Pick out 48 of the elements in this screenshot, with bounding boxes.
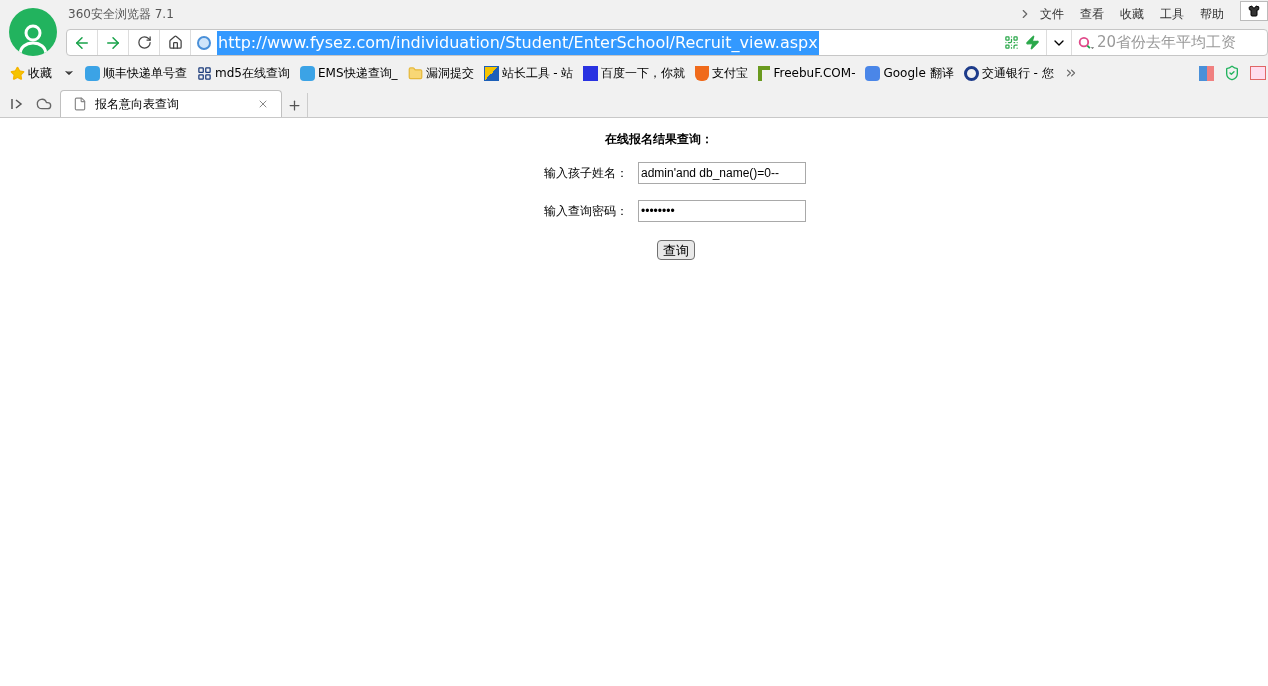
shield-icon[interactable] — [1224, 65, 1240, 81]
browser-title: 360安全浏览器 7.1 — [68, 6, 174, 23]
text-field[interactable]: •••••••• — [638, 200, 806, 222]
user-avatar[interactable] — [9, 8, 57, 56]
close-icon[interactable] — [257, 98, 269, 110]
field-label: 输入孩子姓名： — [544, 165, 628, 182]
bookmark-item[interactable]: 站长工具 - 站 — [483, 64, 574, 82]
site-icon — [197, 35, 211, 50]
reload-icon — [136, 35, 152, 50]
search-field[interactable]: 20省份去年平均工资 — [1072, 30, 1267, 55]
lightning-icon[interactable] — [1025, 35, 1040, 50]
query-button[interactable]: 查询 — [657, 240, 695, 260]
folder-icon — [407, 65, 423, 81]
skin-button[interactable] — [1240, 1, 1268, 21]
menu-item[interactable]: 收藏 — [1120, 5, 1144, 23]
menu-item[interactable]: 文件 — [1040, 5, 1064, 23]
dropdown-button[interactable] — [1046, 30, 1072, 55]
bookmark-item[interactable]: 收藏 — [10, 64, 75, 82]
bookmark-item[interactable]: Google 翻译 — [865, 64, 954, 82]
bookmark-item[interactable]: 漏洞提交 — [407, 64, 474, 82]
bookmark-item[interactable]: 支付宝 — [695, 64, 749, 82]
menu-item[interactable]: 工具 — [1160, 5, 1184, 23]
plus-icon — [287, 97, 302, 113]
square-logo-icon — [483, 65, 499, 81]
f-logo-icon — [758, 65, 771, 81]
browser-tab[interactable]: 报名意向表查询 — [60, 90, 282, 117]
extension-icon[interactable] — [1250, 66, 1266, 80]
bookmark-item[interactable]: 百度一下，你就 — [583, 64, 686, 82]
grid-icon — [197, 65, 212, 81]
shirt-icon — [1248, 5, 1260, 17]
menu-item[interactable]: 帮助 — [1200, 5, 1224, 23]
home-icon — [167, 35, 183, 50]
sidebar-toggle-icon[interactable] — [10, 96, 24, 111]
shield-icon — [695, 65, 710, 81]
form-heading: 在线报名结果查询： — [605, 131, 713, 148]
menu-item[interactable]: 查看 — [1080, 5, 1104, 23]
bookmark-item[interactable]: FreebuF.COM- — [758, 64, 856, 82]
page-icon — [73, 97, 87, 111]
bookmark-item[interactable]: 顺丰快递单号查 — [85, 64, 187, 82]
text-field[interactable]: admin'and db_name()=0-- — [638, 162, 806, 184]
field-label: 输入查询密码： — [544, 203, 628, 220]
bookmark-item[interactable]: 交通银行 - 您 — [963, 64, 1054, 82]
bookmark-item[interactable]: md5在线查询 — [197, 64, 290, 82]
bookmark-item[interactable]: EMS快递查询_ — [299, 64, 398, 82]
qr-code-icon[interactable] — [1004, 35, 1019, 50]
extension-icon[interactable] — [1199, 65, 1214, 81]
star-icon — [10, 65, 25, 81]
search-icon — [1078, 34, 1095, 51]
